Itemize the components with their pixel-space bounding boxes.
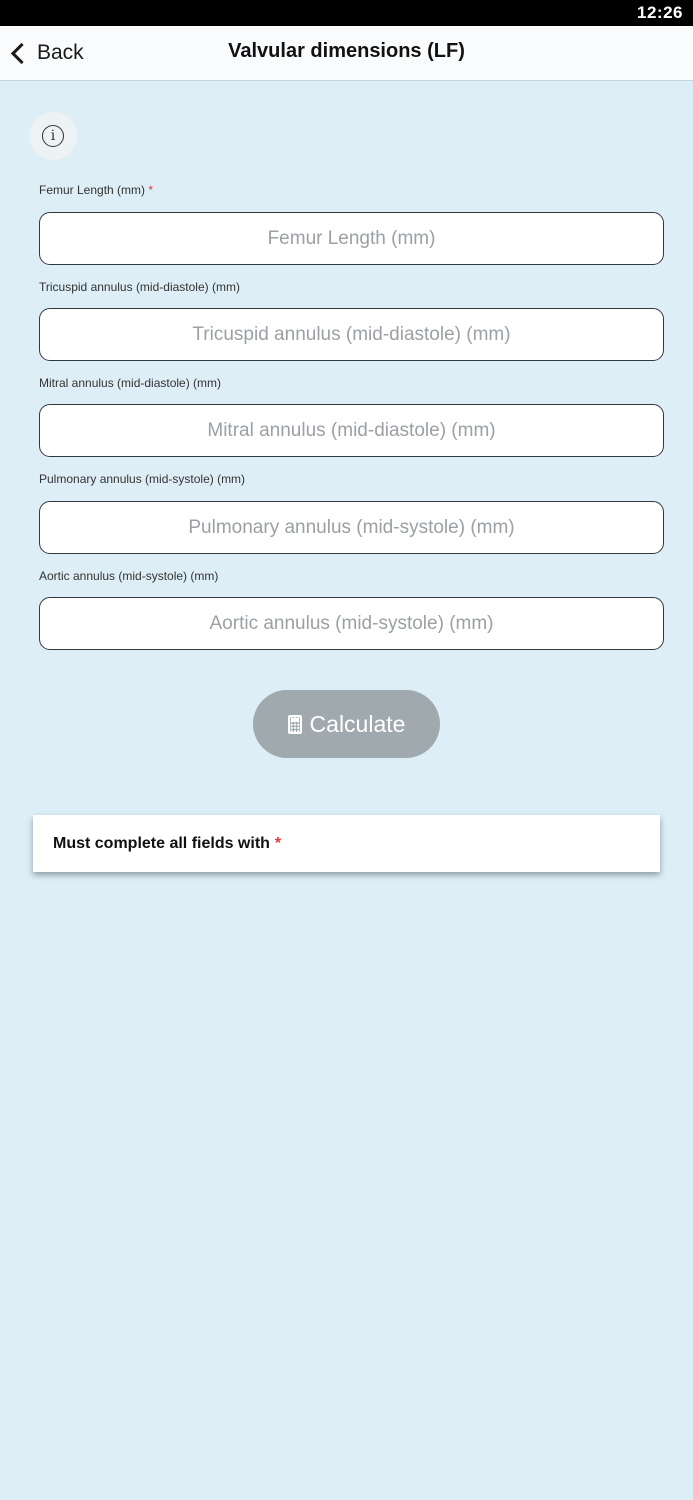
field-label-aortic-annulus: Aortic annulus (mid-systole) (mm) <box>39 569 218 583</box>
status-time: 12:26 <box>637 3 683 22</box>
info-icon: i <box>42 125 64 147</box>
mitral-annulus-input[interactable] <box>39 404 664 457</box>
pulmonary-annulus-input[interactable] <box>39 501 664 554</box>
calculator-icon <box>287 714 302 734</box>
femur-length-input[interactable] <box>39 212 664 265</box>
field-label-text: Mitral annulus (mid-diastole) (mm) <box>39 376 222 390</box>
required-mark: * <box>274 834 282 852</box>
field-label-pulmonary-annulus: Pulmonary annulus (mid-systole) (mm) <box>39 472 245 486</box>
calculate-label: Calculate <box>309 710 406 737</box>
field-label-text: Aortic annulus (mid-systole) (mm) <box>39 569 219 583</box>
field-label-tricuspid-annulus: Tricuspid annulus (mid-diastole) (mm) <box>39 280 240 294</box>
status-bar: 12:26 <box>0 0 693 26</box>
required-mark: * <box>148 183 154 197</box>
field-label-text: Pulmonary annulus (mid-systole) (mm) <box>39 472 246 486</box>
field-label-mitral-annulus: Mitral annulus (mid-diastole) (mm) <box>39 376 221 390</box>
field-label-femur-length: Femur Length (mm) * <box>39 183 153 197</box>
app-header: Back Valvular dimensions (LF) <box>0 26 693 81</box>
tricuspid-annulus-input[interactable] <box>39 308 664 361</box>
field-label-text: Tricuspid annulus (mid-diastole) (mm) <box>39 280 240 294</box>
page-title: Valvular dimensions (LF) <box>228 40 465 62</box>
info-button[interactable]: i <box>29 112 77 160</box>
aortic-annulus-input[interactable] <box>39 597 664 650</box>
calculate-button[interactable]: Calculate <box>253 690 440 758</box>
field-label-text: Femur Length (mm) <box>39 183 146 197</box>
required-fields-notice: Must complete all fields with * <box>33 815 660 872</box>
notice-text: Must complete all fields with <box>53 834 270 852</box>
